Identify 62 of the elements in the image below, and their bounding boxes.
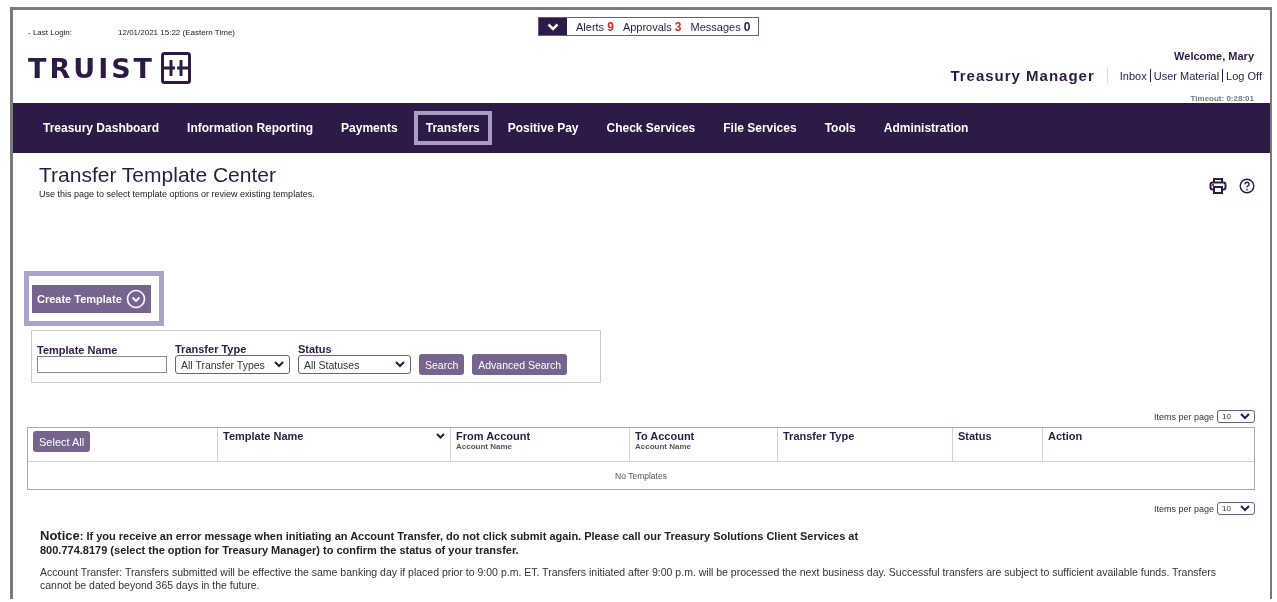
dropdown[interactable]: All Transfer Types (175, 355, 290, 374)
expand-button[interactable] (539, 18, 567, 35)
logo-icon (161, 52, 192, 84)
header-link[interactable]: User Material (1153, 69, 1220, 82)
column-header[interactable]: Template Name (223, 430, 304, 442)
field-label: Status (298, 343, 333, 355)
column-header: Transfer Type (783, 430, 855, 442)
template-name-field[interactable] (37, 356, 167, 373)
notice-text: Notice: If you receive an error message when initiating an Account Transfer, do not click submit again. Please call our Treasury Solutions Client Services at 800.774.8179 (select the option for Treasury Manager) to confirm the status of your transfer. (40, 529, 860, 557)
column-header: Action (1048, 430, 1083, 442)
nav-tab[interactable]: Payments (329, 111, 410, 145)
dropdown[interactable]: All Statuses (298, 355, 411, 374)
chevron-down-icon (1240, 413, 1250, 420)
items-per-page-dropdown[interactable]: 10 (1217, 502, 1255, 515)
timeout-text: Timeout: 0:28:01 (1190, 94, 1254, 103)
counter-count: 3 (674, 19, 682, 34)
counter-count: 0 (743, 19, 751, 34)
print-icon[interactable] (1209, 177, 1227, 195)
counter-link[interactable]: Approvals 3 (622, 19, 682, 34)
chevron-down-icon (274, 361, 284, 368)
header-link[interactable]: Inbox (1119, 69, 1147, 82)
field-label: Template Name (37, 344, 119, 356)
page-subtitle: Use this page to select template options or review existing templates. (39, 189, 315, 199)
chevron-down-icon (1240, 505, 1250, 512)
nav-tab[interactable]: Positive Pay (495, 111, 591, 145)
column-subheader: Account Name (635, 442, 692, 451)
nav-tab[interactable]: Administration (871, 111, 981, 145)
nav-tab[interactable]: Treasury Dashboard (31, 111, 172, 145)
counter-link[interactable]: Messages 0 (690, 19, 751, 34)
nav-tab[interactable]: Tools (812, 111, 868, 145)
items-per-page-label: Items per page (1153, 411, 1214, 422)
nav-tab[interactable]: Transfers (413, 111, 492, 145)
empty-message: No Templates (615, 470, 667, 481)
logo-text: TRUIST (28, 52, 156, 84)
column-header: Status (958, 430, 992, 442)
search-button[interactable]: Search (419, 354, 465, 375)
items-per-page-dropdown[interactable]: 10 (1217, 410, 1255, 423)
items-per-page-label: Items per page (1153, 503, 1214, 514)
app-name: Treasury Manager (950, 67, 1108, 84)
chevron-circle-icon (125, 288, 146, 309)
last-login-label: - Last Login: (28, 28, 73, 37)
counter-count: 9 (607, 19, 614, 34)
counter-link[interactable]: Alerts 9 (576, 19, 614, 34)
column-header: To Account (635, 430, 695, 442)
sort-caret-icon[interactable] (436, 433, 445, 439)
chevron-down-icon (395, 361, 405, 368)
column-header: From Account (456, 430, 531, 442)
field-label: Transfer Type (175, 343, 248, 355)
select-all-button[interactable]: Select All (33, 431, 91, 452)
welcome-text: Welcome, Mary (1174, 50, 1254, 62)
page-title: Transfer Template Center (39, 163, 277, 187)
nav-tab[interactable]: Check Services (594, 111, 708, 145)
header-link[interactable]: Log Off (1226, 69, 1262, 82)
create-template-button[interactable]: Create Template (32, 284, 151, 313)
column-subheader: Account Name (456, 442, 513, 451)
last-login-time: 12/01/2021 15:22 (Eastern Time) (118, 28, 235, 37)
nav-tab[interactable]: File Services (711, 111, 809, 145)
nav-tab[interactable]: Information Reporting (175, 111, 326, 145)
chevron-down-icon (547, 22, 559, 31)
help-icon[interactable] (1239, 178, 1255, 194)
disclaimer-text: Account Transfer: Transfers submitted will be effective the same banking day if placed prior to 9:00 p.m. ET. Transfers initiated after 9:00 p.m. will be processed the next business day. Successful transfers are subject to sufficient available funds. Transfers cannot be dated beyond 365 days in the future. (40, 566, 1217, 592)
search-button[interactable]: Advanced Search (472, 354, 568, 375)
